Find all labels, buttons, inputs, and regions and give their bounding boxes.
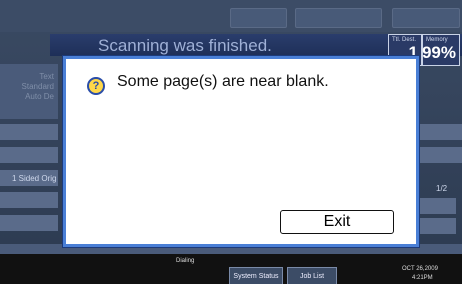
- left-label: Standard: [21, 82, 54, 91]
- scan-settings-panel: Text Standard Auto De: [0, 64, 58, 119]
- memory-value: 99%: [421, 43, 456, 62]
- dimmed-button: [230, 8, 287, 28]
- system-status-button[interactable]: System Status: [229, 267, 283, 284]
- dialing-status: Dialing: [176, 258, 195, 264]
- exit-button[interactable]: Exit: [280, 210, 394, 234]
- left-label: Auto De: [25, 92, 54, 101]
- scroll-down-button: [420, 218, 456, 234]
- scan-message: Scanning was finished.: [98, 36, 272, 55]
- left-label: Text: [39, 72, 54, 81]
- bg-row: [0, 147, 58, 163]
- bg-row: [0, 124, 58, 140]
- job-list-button[interactable]: Job List: [287, 267, 337, 284]
- dialog-message: Some page(s) are near blank.: [117, 73, 329, 90]
- time: 4:21PM: [412, 275, 433, 281]
- bg-row: [0, 215, 58, 231]
- bg-row: [414, 124, 462, 140]
- question-icon: ?: [87, 77, 105, 95]
- screen: Scanning was finished. Ttl. Dest. 1 Memo…: [0, 0, 462, 284]
- bg-row: [0, 192, 58, 208]
- memory-box: Memory 99%: [422, 34, 460, 66]
- date: OCT 26,2009: [402, 266, 438, 272]
- bg-row: [414, 147, 462, 163]
- dimmed-button: [295, 8, 382, 28]
- one-sided-label: 1 Sided Orig: [12, 174, 57, 183]
- scroll-up-button: [420, 198, 456, 214]
- dimmed-button: [392, 8, 460, 28]
- page-indicator: 1/2: [436, 184, 448, 193]
- near-blank-dialog: ? Some page(s) are near blank. Exit: [63, 56, 419, 247]
